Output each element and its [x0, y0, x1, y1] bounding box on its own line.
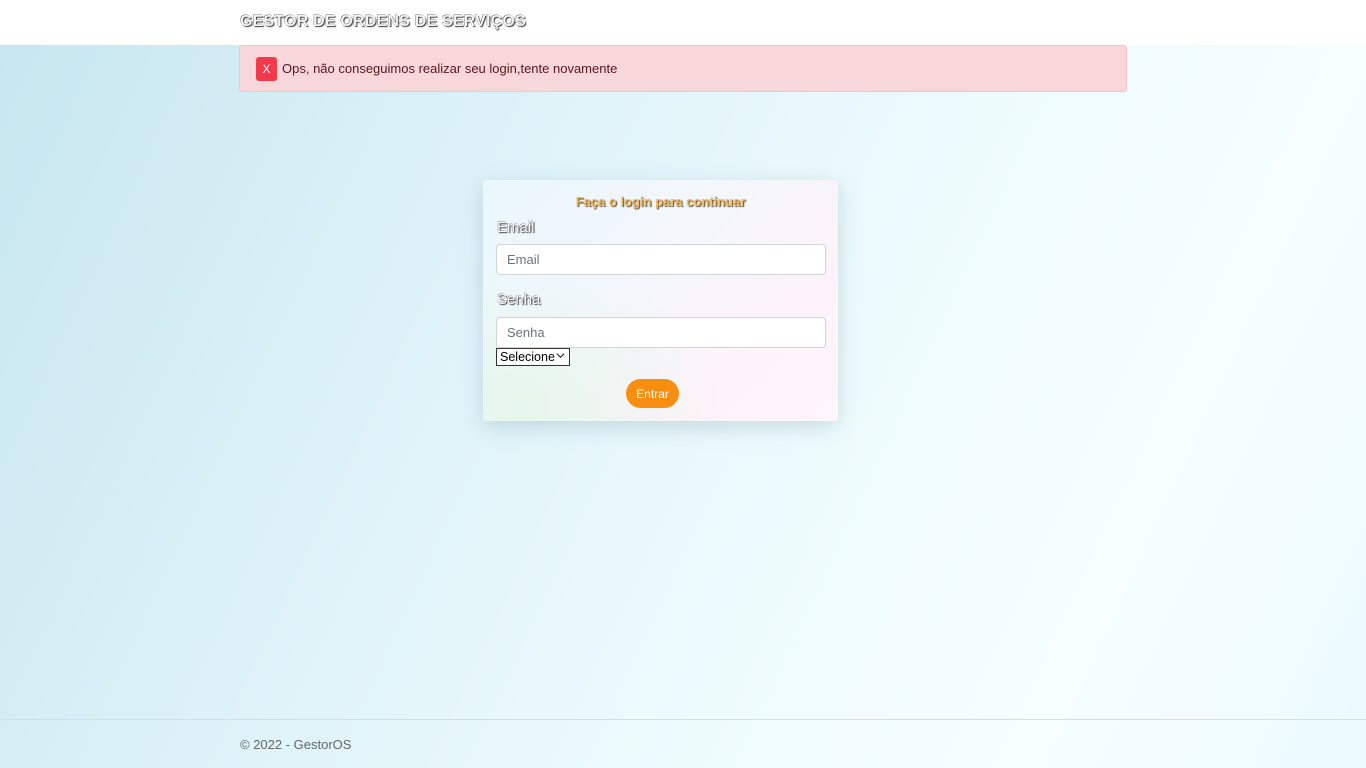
role-select-value: Selecione	[500, 350, 555, 364]
navbar: GESTOR DE ORDENS DE SERVIÇOS	[0, 0, 1366, 45]
password-input[interactable]	[496, 317, 826, 348]
error-alert: X Ops, não conseguimos realizar seu logi…	[239, 45, 1127, 92]
email-label: Email	[497, 219, 535, 236]
alert-message: Ops, não conseguimos realizar seu login,…	[282, 61, 618, 76]
login-card: Faça o login para continuar Email Senha …	[483, 180, 838, 421]
login-title: Faça o login para continuar	[575, 194, 746, 209]
password-label: Senha	[497, 291, 541, 308]
alert-close-button[interactable]: X	[256, 56, 277, 81]
email-input[interactable]	[496, 244, 826, 275]
footer-copyright: © 2022 - GestorOS	[240, 737, 352, 752]
footer-divider	[0, 719, 1366, 720]
app-brand[interactable]: GESTOR DE ORDENS DE SERVIÇOS	[240, 13, 526, 31]
login-submit-button[interactable]: Entrar	[626, 379, 679, 408]
chevron-down-icon	[556, 353, 565, 359]
role-select[interactable]: Selecione	[496, 348, 570, 366]
